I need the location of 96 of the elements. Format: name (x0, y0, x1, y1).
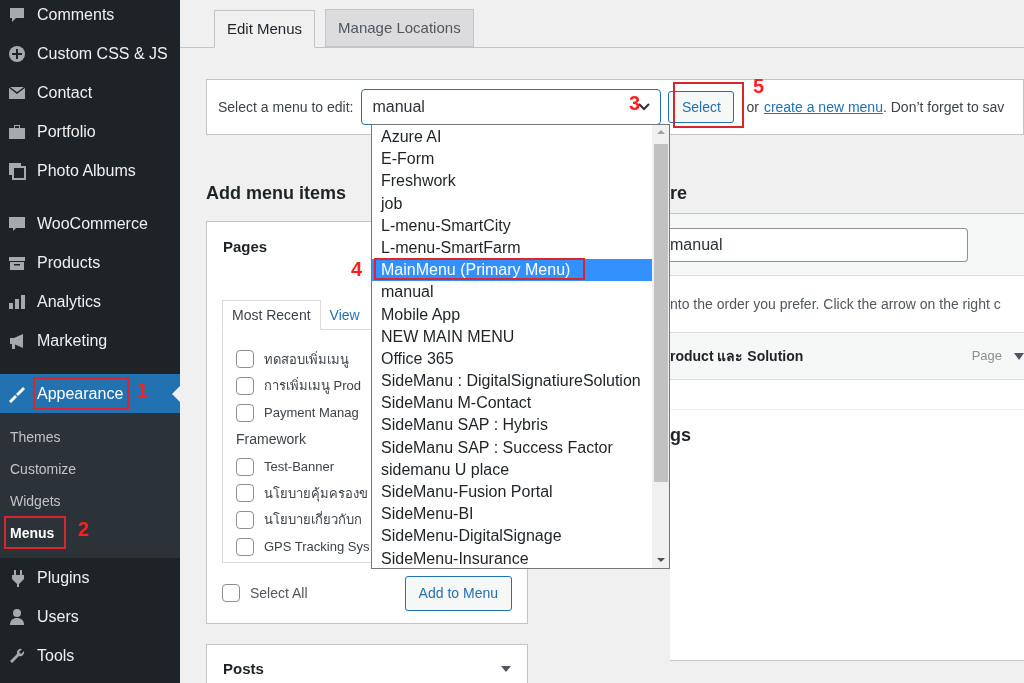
checkbox[interactable] (236, 377, 254, 396)
dropdown-option[interactable]: E-Form (372, 148, 652, 171)
submenu-item[interactable]: Themes (0, 421, 71, 453)
select-all-label: Select All (250, 583, 308, 603)
dropdown-arrow-icon (501, 666, 511, 672)
submenu-item[interactable]: Widgets (0, 485, 71, 517)
photo-stack-icon (8, 161, 26, 180)
sidebar-item[interactable]: Tools (0, 636, 180, 675)
page-label: การเพิ่มเมนู Prod (264, 376, 362, 396)
sidebar-item[interactable]: Portfolio (0, 112, 180, 151)
menu-name-field[interactable]: manual (670, 227, 968, 262)
submenu-item[interactable]: Menus (0, 517, 65, 549)
dropdown-option[interactable]: L-menu-SmartFarm (372, 236, 652, 260)
checkbox[interactable] (222, 584, 240, 602)
sidebar-item[interactable]: Users (0, 597, 180, 636)
plus-circle-icon (8, 44, 26, 63)
annotation-number: 2 (78, 518, 90, 540)
speech-bubble-icon (8, 5, 26, 24)
sidebar-item[interactable]: Marketing (0, 321, 180, 360)
megaphone-icon (8, 331, 26, 350)
sidebar-item[interactable]: Custom CSS & JS (0, 34, 180, 73)
speech-bubble-icon (8, 214, 26, 233)
dropdown-option[interactable]: SideManu M-Contact (372, 392, 652, 415)
group-label: Framework (236, 430, 306, 450)
dropdown-option[interactable]: SideMenu-BI (372, 503, 652, 526)
dropdown-option[interactable]: SideMenu-Insurance (372, 547, 652, 568)
scroll-down-icon[interactable] (656, 558, 665, 562)
sidebar-item[interactable]: Products (0, 243, 180, 282)
instructions-text: nto the order you prefer. Click the arrow on the right c (670, 294, 1002, 314)
checkbox[interactable] (236, 537, 254, 556)
bar-chart-icon (8, 292, 26, 311)
select-label: Select a menu to edit: (218, 97, 354, 117)
dropdown-option[interactable]: SideManu SAP : Success Factor (372, 436, 652, 459)
annotation-number: 4 (351, 258, 363, 280)
page-label: Payment Manag (264, 404, 359, 423)
sidebar-item[interactable]: Contact (0, 73, 180, 112)
save-reminder-text: . Don’t forget to sav (882, 97, 1005, 117)
item-type-label: Page (971, 347, 1002, 366)
annotation-box (4, 516, 66, 549)
dropdown-option[interactable]: Azure AI (372, 126, 652, 149)
checkbox[interactable] (236, 484, 254, 503)
checkbox[interactable] (236, 511, 254, 530)
section-heading: re (670, 182, 688, 205)
panel-title: Pages (223, 236, 268, 257)
dropdown-option[interactable]: SideManu-Fusion Portal (372, 481, 652, 504)
annotation-number: 3 (629, 92, 641, 114)
annotation-box (673, 82, 744, 128)
scroll-thumb[interactable] (653, 144, 668, 482)
paintbrush-icon (8, 384, 26, 403)
posts-panel[interactable]: Posts (206, 644, 528, 683)
chevron-down-icon (638, 103, 651, 111)
create-menu-link[interactable]: create a new menu (763, 96, 883, 118)
dropdown-option[interactable]: NEW MAIN MENU (372, 325, 652, 348)
dropdown-option[interactable]: Office 365 (372, 347, 652, 371)
scroll-up-icon[interactable] (656, 130, 665, 134)
dropdown-option[interactable]: Mobile App (372, 303, 652, 326)
annotation-number: 1 (137, 379, 149, 401)
section-heading: Add menu items (206, 182, 347, 205)
dropdown-option[interactable]: manual (372, 281, 652, 304)
or-text: or (746, 97, 759, 117)
person-icon (8, 607, 26, 626)
tab[interactable]: Edit Menus (214, 10, 316, 48)
sidebar-item[interactable]: Comments (0, 0, 180, 34)
checkbox[interactable] (236, 350, 254, 369)
inner-tab[interactable]: View (320, 300, 369, 330)
sidebar-item[interactable]: Analytics (0, 282, 180, 321)
dropdown-option[interactable]: Freshwork (372, 170, 652, 193)
tab[interactable]: Manage Locations (325, 9, 474, 47)
checkbox[interactable] (236, 404, 254, 422)
dropdown-option[interactable]: SideManu SAP : Hybris (372, 414, 652, 437)
section-heading: gs (670, 423, 692, 447)
current-page-pointer (172, 386, 180, 402)
annotation-number: 5 (753, 75, 765, 97)
scrollbar[interactable] (652, 125, 669, 568)
dropdown-arrow-icon (1014, 352, 1024, 360)
dropdown-option[interactable]: L-menu-SmartCity (372, 214, 652, 237)
inner-tab[interactable]: Most Recent (222, 300, 321, 330)
page-label: นโยบายคุ้มครองข (264, 484, 368, 504)
dropdown-option[interactable]: job (372, 192, 652, 215)
submenu-item[interactable]: Customize (0, 453, 87, 485)
menu-item-row[interactable]: roduct และ Solution Page (670, 332, 1024, 380)
sidebar-item[interactable]: Photo Albums (0, 151, 180, 190)
page-label: ทดสอบเพิ่มเมนู (264, 350, 349, 370)
dropdown-option[interactable]: SideManu : DigitalSignatiureSolution (372, 370, 652, 393)
wrench-icon (8, 646, 26, 665)
page-label: นโยบายเกี่ยวกับก (264, 510, 362, 530)
sidebar-item[interactable]: WooCommerce (0, 204, 180, 243)
select-button[interactable]: Select (668, 91, 735, 123)
checkbox[interactable] (236, 457, 254, 476)
dropdown-option[interactable]: SideMenu-DigitalSignage (372, 525, 652, 548)
dropdown-option[interactable]: sidemanu U place (372, 458, 652, 481)
briefcase-icon (8, 122, 26, 141)
sidebar-item[interactable]: Plugins (0, 558, 180, 597)
page-label: GPS Tracking Sys (264, 538, 370, 557)
page-label: Test-Banner (264, 457, 335, 476)
add-to-menu-button[interactable]: Add to Menu (404, 575, 512, 611)
